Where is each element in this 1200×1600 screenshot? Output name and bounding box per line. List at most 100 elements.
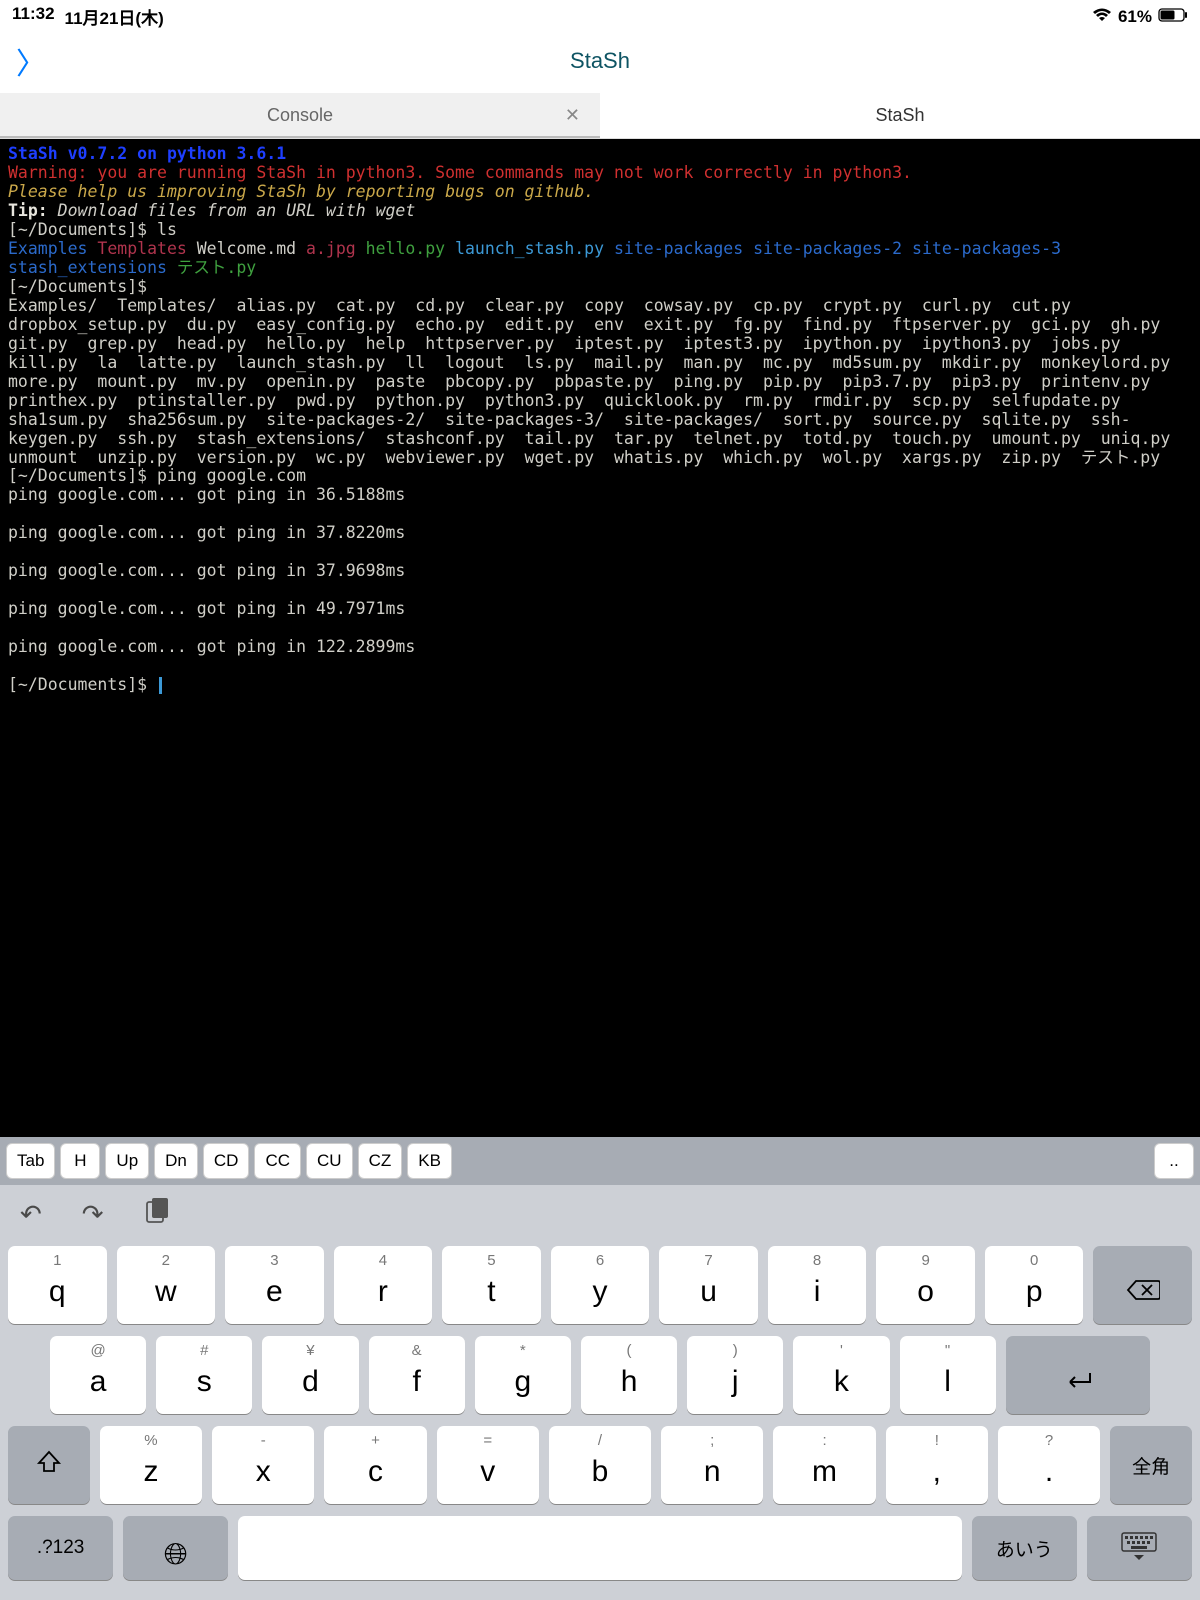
key-cu[interactable]: CU xyxy=(306,1143,353,1179)
status-date: 11月21日(木) xyxy=(65,4,164,29)
key-more[interactable]: .. xyxy=(1154,1143,1194,1179)
key-backspace[interactable] xyxy=(1093,1246,1192,1324)
keyboard-hide-icon xyxy=(1120,1531,1158,1566)
key-label: a xyxy=(90,1365,107,1399)
term-prompt: [~/Documents]$ xyxy=(8,675,157,694)
key-sublabel: ( xyxy=(627,1342,632,1359)
key-c[interactable]: +c xyxy=(324,1426,426,1504)
key-l[interactable]: "l xyxy=(900,1336,996,1414)
cursor xyxy=(159,677,162,694)
key-label: l xyxy=(944,1365,951,1399)
enter-icon xyxy=(1062,1365,1094,1399)
term-cmd1: ls xyxy=(157,220,177,239)
back-chevron-icon[interactable]: 〉 xyxy=(16,39,46,83)
key-i[interactable]: 8i xyxy=(768,1246,867,1324)
term-cmd3: ping google.com xyxy=(157,466,306,485)
key-shift[interactable] xyxy=(8,1426,90,1504)
key-numbers[interactable]: .?123 xyxy=(8,1516,113,1580)
key-t[interactable]: 5t xyxy=(442,1246,541,1324)
key-,[interactable]: !, xyxy=(886,1426,988,1504)
key-up[interactable]: Up xyxy=(105,1143,149,1179)
key-enter[interactable] xyxy=(1006,1336,1150,1414)
ls-ajpg: a.jpg xyxy=(306,239,366,258)
key-cz[interactable]: CZ xyxy=(358,1143,403,1179)
key-h[interactable]: H xyxy=(60,1143,100,1179)
key-w[interactable]: 2w xyxy=(117,1246,216,1324)
key-v[interactable]: =v xyxy=(437,1426,539,1504)
key-sublabel: % xyxy=(144,1432,157,1449)
key-h[interactable]: (h xyxy=(581,1336,677,1414)
key-k[interactable]: 'k xyxy=(793,1336,889,1414)
key-n[interactable]: ;n xyxy=(661,1426,763,1504)
key-label: . xyxy=(1045,1455,1053,1489)
ls-launch: launch_stash.py xyxy=(455,239,614,258)
key-cc[interactable]: CC xyxy=(254,1143,301,1179)
key-f[interactable]: &f xyxy=(369,1336,465,1414)
clipboard-icon[interactable] xyxy=(144,1197,170,1232)
terminal[interactable]: StaSh v0.7.2 on python 3.6.1 Warning: yo… xyxy=(0,139,1200,1137)
redo-icon[interactable]: ↷ xyxy=(82,1199,104,1230)
key-label: s xyxy=(197,1365,212,1399)
key-globe[interactable]: 🌐︎ xyxy=(123,1516,228,1580)
undo-icon[interactable]: ↶ xyxy=(20,1199,42,1230)
key-cd[interactable]: CD xyxy=(203,1143,250,1179)
key-space[interactable] xyxy=(238,1516,961,1580)
key-label: g xyxy=(515,1365,532,1399)
key-dn[interactable]: Dn xyxy=(154,1143,198,1179)
key-label: , xyxy=(933,1455,941,1489)
status-time: 11:32 xyxy=(12,4,55,29)
key-e[interactable]: 3e xyxy=(225,1246,324,1324)
key-tab[interactable]: Tab xyxy=(6,1143,55,1179)
key-sublabel: 8 xyxy=(813,1252,821,1269)
term-warning: Warning: you are running StaSh in python… xyxy=(8,163,912,182)
key-m[interactable]: :m xyxy=(773,1426,875,1504)
key-p[interactable]: 0p xyxy=(985,1246,1084,1324)
key-o[interactable]: 9o xyxy=(876,1246,975,1324)
key-y[interactable]: 6y xyxy=(551,1246,650,1324)
key-sublabel: ! xyxy=(935,1432,939,1449)
key-x[interactable]: -x xyxy=(212,1426,314,1504)
key-sublabel: 5 xyxy=(487,1252,495,1269)
key-.[interactable]: ?. xyxy=(998,1426,1100,1504)
key-u[interactable]: 7u xyxy=(659,1246,758,1324)
key-d[interactable]: ¥d xyxy=(262,1336,358,1414)
status-bar: 11:32 11月21日(木) 61% xyxy=(0,0,1200,33)
key-sublabel: 2 xyxy=(162,1252,170,1269)
key-sublabel: & xyxy=(412,1342,422,1359)
key-sublabel: 0 xyxy=(1030,1252,1038,1269)
term-prompt: [~/Documents]$ xyxy=(8,277,157,296)
key-sublabel: + xyxy=(371,1432,380,1449)
key-label: e xyxy=(266,1275,283,1309)
key-sublabel: ¥ xyxy=(306,1342,314,1359)
key-g[interactable]: *g xyxy=(475,1336,571,1414)
key-a[interactable]: @a xyxy=(50,1336,146,1414)
key-label: t xyxy=(487,1275,495,1309)
globe-icon: 🌐︎ xyxy=(164,1538,188,1572)
tab-stash-label: StaSh xyxy=(875,105,924,125)
key-sublabel: 1 xyxy=(53,1252,61,1269)
keyboard-toolbar: ↶ ↷ xyxy=(0,1185,1200,1246)
tab-console[interactable]: Console ✕ xyxy=(0,93,600,138)
key-b[interactable]: /b xyxy=(549,1426,651,1504)
key-label: n xyxy=(704,1455,721,1489)
tab-stash[interactable]: StaSh xyxy=(600,93,1200,138)
close-icon[interactable]: ✕ xyxy=(565,105,580,126)
key-aiu[interactable]: あいう xyxy=(972,1516,1077,1580)
key-sublabel: 6 xyxy=(596,1252,604,1269)
key-label: y xyxy=(593,1275,608,1309)
key-s[interactable]: #s xyxy=(156,1336,252,1414)
key-label: h xyxy=(621,1365,638,1399)
key-hide-keyboard[interactable] xyxy=(1087,1516,1192,1580)
key-label: q xyxy=(49,1275,66,1309)
key-kb[interactable]: KB xyxy=(407,1143,452,1179)
key-q[interactable]: 1q xyxy=(8,1246,107,1324)
tab-bar: Console ✕ StaSh xyxy=(0,93,1200,139)
key-r[interactable]: 4r xyxy=(334,1246,433,1324)
nav-bar: 〉 StaSh xyxy=(0,33,1200,93)
key-zenkaku[interactable]: 全角 xyxy=(1110,1426,1192,1504)
key-label: p xyxy=(1026,1275,1043,1309)
key-j[interactable]: )j xyxy=(687,1336,783,1414)
ls-welcome: Welcome.md xyxy=(197,239,306,258)
kb-row-1: 1q2w3e4r5t6y7u8i9o0p xyxy=(8,1246,1192,1324)
key-z[interactable]: %z xyxy=(100,1426,202,1504)
